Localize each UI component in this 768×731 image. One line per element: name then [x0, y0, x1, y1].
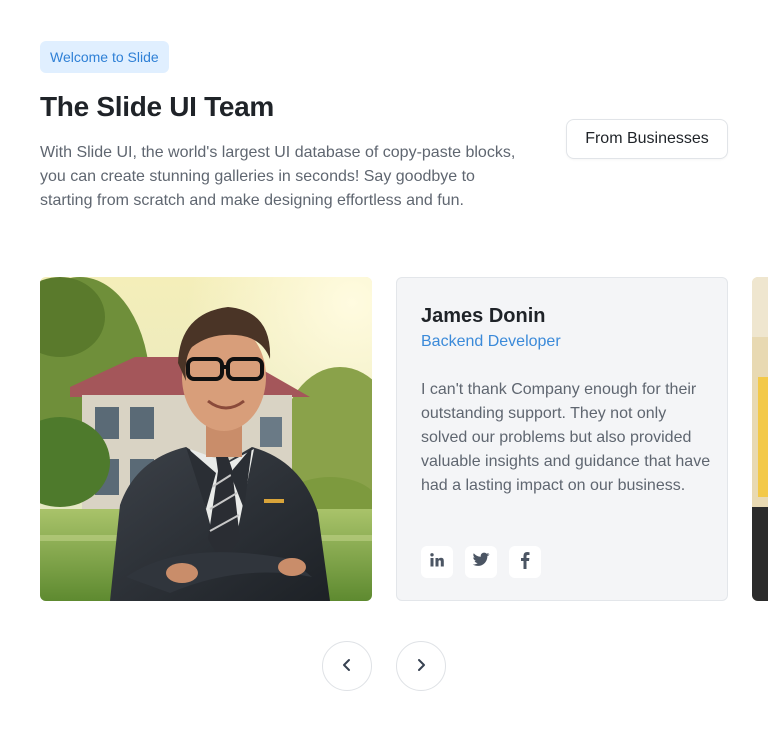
carousel-prev-button[interactable]: [322, 641, 372, 691]
page-title: The Slide UI Team: [40, 91, 274, 122]
member-photo: [40, 277, 372, 601]
facebook-link[interactable]: [509, 546, 541, 578]
welcome-badge: Welcome to Slide: [40, 41, 169, 73]
twitter-icon: [472, 552, 490, 573]
member-card: James Donin Backend Developer I can't th…: [396, 277, 728, 601]
chevron-left-icon: [341, 658, 353, 675]
from-businesses-button[interactable]: From Businesses: [566, 119, 728, 159]
linkedin-icon: [429, 552, 445, 573]
next-member-photo-peek: [752, 277, 768, 601]
chevron-right-icon: [415, 658, 427, 675]
twitter-link[interactable]: [465, 546, 497, 578]
page-description: With Slide UI, the world's largest UI da…: [40, 144, 516, 209]
member-role: Backend Developer: [421, 333, 561, 350]
facebook-icon: [520, 551, 530, 574]
carousel-next-button[interactable]: [396, 641, 446, 691]
social-links: [421, 546, 541, 578]
member-quote: I can't thank Company enough for their o…: [421, 381, 711, 494]
member-name: James Donin: [421, 305, 546, 327]
linkedin-link[interactable]: [421, 546, 453, 578]
